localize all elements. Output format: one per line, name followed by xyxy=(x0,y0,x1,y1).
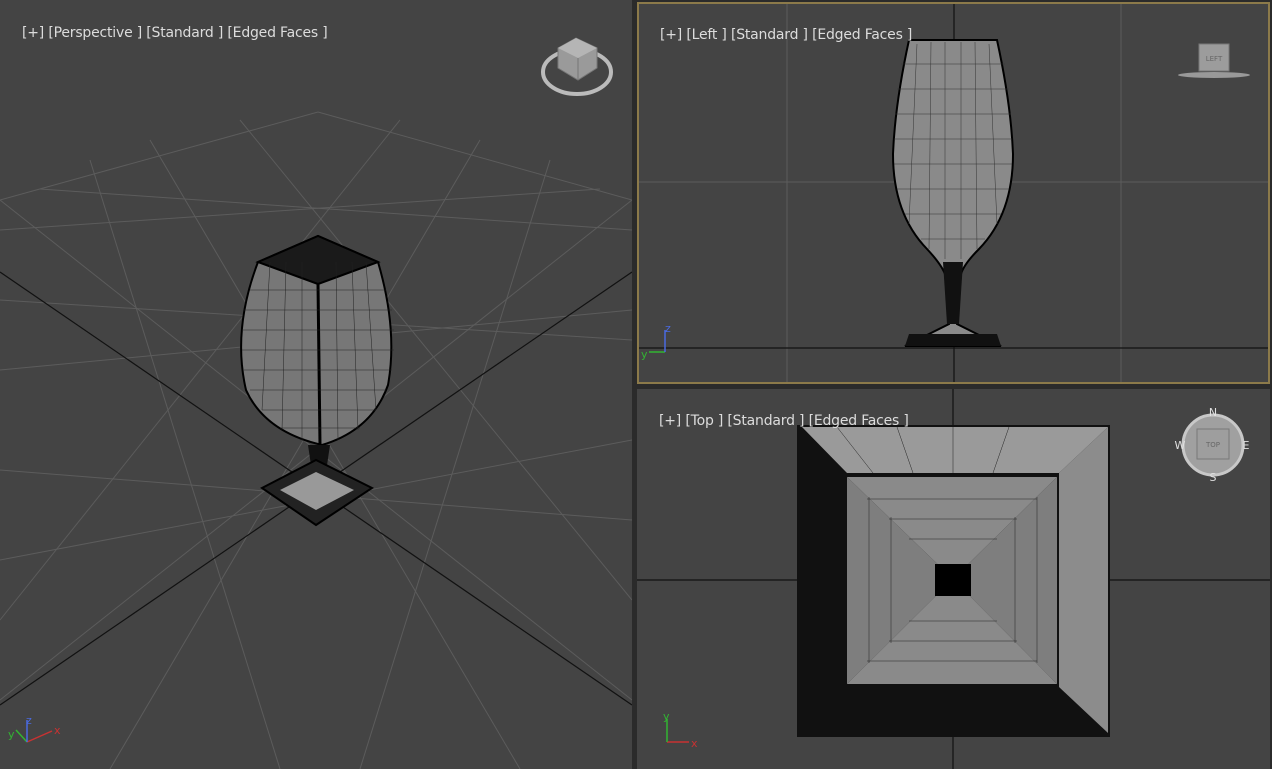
viewport-menu-plus[interactable]: [+] xyxy=(659,413,681,429)
axis-z-label-left: z xyxy=(665,322,671,335)
viewport-label-top: [+] [Top ] [Standard ] [Edged Faces ] xyxy=(642,397,909,445)
viewport-menu-plus[interactable]: [+] xyxy=(22,25,44,41)
axis-tripod-left xyxy=(649,330,666,353)
viewport-menu-view[interactable]: [Left ] xyxy=(686,27,727,43)
viewport-menu-shading[interactable]: [Standard ] xyxy=(146,25,223,41)
glass-mesh-top xyxy=(797,425,1110,737)
viewport-menu-view[interactable]: [Top ] xyxy=(685,413,723,429)
viewcube-top-face-label: TOP xyxy=(1205,441,1220,449)
viewport-perspective[interactable]: x y z [+] [Perspective ] [Standard ] [Ed… xyxy=(0,0,632,769)
axis-x-label-top: x xyxy=(691,737,698,750)
axis-tripod-top xyxy=(666,719,689,743)
axis-y-label-perspective: y xyxy=(8,728,15,741)
compass-north-label: N xyxy=(1209,406,1217,419)
viewcube-left-face-label: LEFT xyxy=(1206,55,1223,63)
compass-east-label: E xyxy=(1243,439,1250,452)
viewport-label-left: [+] [Left ] [Standard ] [Edged Faces ] xyxy=(643,11,912,59)
top-scene: TOP N S E W x y xyxy=(637,389,1270,769)
perspective-scene: x y z xyxy=(0,37,632,769)
compass-west-label: W xyxy=(1175,439,1186,452)
viewport-menu-shading[interactable]: [Standard ] xyxy=(731,27,808,43)
viewport-label-perspective: [+] [Perspective ] [Standard ] [Edged Fa… xyxy=(5,9,328,57)
viewcube-perspective[interactable] xyxy=(541,37,613,96)
viewport-menu-plus[interactable]: [+] xyxy=(660,27,682,43)
axis-y-label-top: y xyxy=(663,710,670,723)
glass-mesh-left xyxy=(891,39,1015,347)
axis-tripod-perspective xyxy=(15,720,53,743)
viewport-menu-display[interactable]: [Edged Faces ] xyxy=(809,413,909,429)
viewport-menu-shading[interactable]: [Standard ] xyxy=(727,413,804,429)
axis-y-label-left: y xyxy=(641,348,648,361)
viewport-menu-view[interactable]: [Perspective ] xyxy=(48,25,142,41)
left-scene: LEFT z y xyxy=(639,4,1268,382)
compass-south-label: S xyxy=(1210,471,1217,484)
viewport-menu-display[interactable]: [Edged Faces ] xyxy=(812,27,912,43)
axis-x-label-perspective: x xyxy=(54,724,61,737)
viewport-left[interactable]: LEFT z y [+] [Left ] [Standard ] [Edged … xyxy=(637,2,1270,384)
axis-z-label-perspective: z xyxy=(26,714,32,727)
viewport-top[interactable]: TOP N S E W x y [+] [Top ] [Standard ] [… xyxy=(637,389,1270,769)
viewport-menu-display[interactable]: [Edged Faces ] xyxy=(227,25,327,41)
